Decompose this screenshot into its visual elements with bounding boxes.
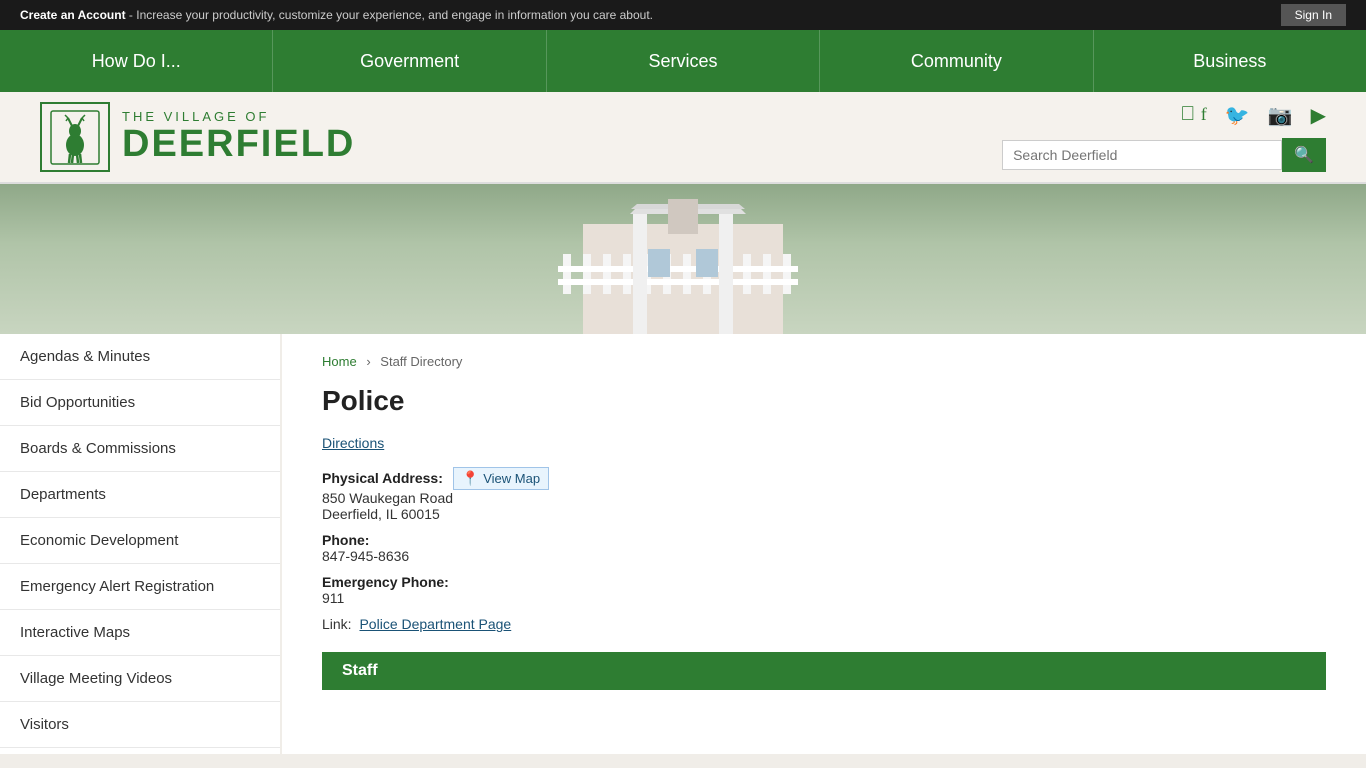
view-map-button[interactable]: 📍 View Map — [453, 467, 549, 490]
hero-image — [0, 184, 1366, 334]
search-area: 🔍 — [1002, 138, 1326, 172]
page-title: Police — [322, 385, 1326, 417]
search-input[interactable] — [1002, 140, 1282, 170]
address-line2: Deerfield, IL 60015 — [322, 506, 1326, 522]
phone-value: 847-945-8636 — [322, 548, 1326, 564]
create-account-link[interactable]: Create an Account — [20, 8, 126, 22]
logo-village-of: THE VILLAGE OF — [122, 109, 355, 124]
staff-bar: Staff — [322, 652, 1326, 690]
sidebar-item-maps[interactable]: Interactive Maps — [0, 610, 280, 656]
phone-section: Phone: 847-945-8636 — [322, 532, 1326, 564]
directions-link[interactable]: Directions — [322, 435, 384, 451]
nav-item-government[interactable]: Government — [273, 30, 546, 92]
social-icons:  f 🐦 📷 ▶ — [1180, 103, 1326, 128]
header-right:  f 🐦 📷 ▶ 🔍 — [1002, 103, 1326, 172]
main-content: Home › Staff Directory Police Directions… — [282, 334, 1366, 754]
breadcrumb-home[interactable]: Home — [322, 354, 357, 369]
sidebar-item-bid[interactable]: Bid Opportunities — [0, 380, 280, 426]
logo-icon — [40, 102, 110, 172]
site-header: THE VILLAGE OF DEERFIELD  f 🐦 📷 ▶ 🔍 — [0, 92, 1366, 184]
physical-address-label: Physical Address: — [322, 470, 443, 486]
emergency-phone-section: Emergency Phone: 911 — [322, 574, 1326, 606]
logo-text: THE VILLAGE OF DEERFIELD — [122, 109, 355, 166]
instagram-icon[interactable]: 📷 — [1268, 103, 1293, 128]
sidebar-item-visitors[interactable]: Visitors — [0, 702, 280, 748]
breadcrumb: Home › Staff Directory — [322, 354, 1326, 369]
sidebar-item-boards[interactable]: Boards & Commissions — [0, 426, 280, 472]
top-bar-message: Create an Account - Increase your produc… — [20, 8, 653, 22]
sidebar-item-agendas[interactable]: Agendas & Minutes — [0, 334, 280, 380]
nav-item-services[interactable]: Services — [547, 30, 820, 92]
sidebar-item-videos[interactable]: Village Meeting Videos — [0, 656, 280, 702]
link-section: Link: Police Department Page — [322, 616, 1326, 632]
map-pin-icon: 📍 — [462, 470, 479, 487]
sidebar-item-economic[interactable]: Economic Development — [0, 518, 280, 564]
sidebar: Agendas & Minutes Bid Opportunities Boar… — [0, 334, 280, 754]
content-wrapper: Agendas & Minutes Bid Opportunities Boar… — [0, 334, 1366, 754]
emergency-phone-value: 911 — [322, 590, 1326, 606]
nav-item-how-do-i[interactable]: How Do I... — [0, 30, 273, 92]
logo-area: THE VILLAGE OF DEERFIELD — [40, 102, 355, 172]
emergency-phone-label: Emergency Phone: — [322, 574, 1326, 590]
link-prefix: Link: — [322, 616, 352, 632]
twitter-icon[interactable]: 🐦 — [1225, 103, 1250, 128]
sidebar-item-departments[interactable]: Departments — [0, 472, 280, 518]
nav-item-community[interactable]: Community — [820, 30, 1093, 92]
sign-in-button[interactable]: Sign In — [1281, 4, 1346, 26]
youtube-icon[interactable]: ▶ — [1311, 103, 1326, 128]
physical-address-section: Physical Address: 📍 View Map 850 Waukega… — [322, 467, 1326, 522]
phone-label: Phone: — [322, 532, 1326, 548]
search-button[interactable]: 🔍 — [1282, 138, 1326, 172]
address-line1: 850 Waukegan Road — [322, 490, 1326, 506]
dept-link[interactable]: Police Department Page — [359, 616, 511, 632]
breadcrumb-current: Staff Directory — [380, 354, 462, 369]
sidebar-item-emergency[interactable]: Emergency Alert Registration — [0, 564, 280, 610]
main-nav: How Do I... Government Services Communit… — [0, 30, 1366, 92]
nav-item-business[interactable]: Business — [1094, 30, 1366, 92]
breadcrumb-separator: › — [366, 354, 370, 369]
logo-deerfield: DEERFIELD — [122, 124, 355, 166]
facebook-icon[interactable]:  f — [1180, 103, 1207, 128]
top-bar: Create an Account - Increase your produc… — [0, 0, 1366, 30]
